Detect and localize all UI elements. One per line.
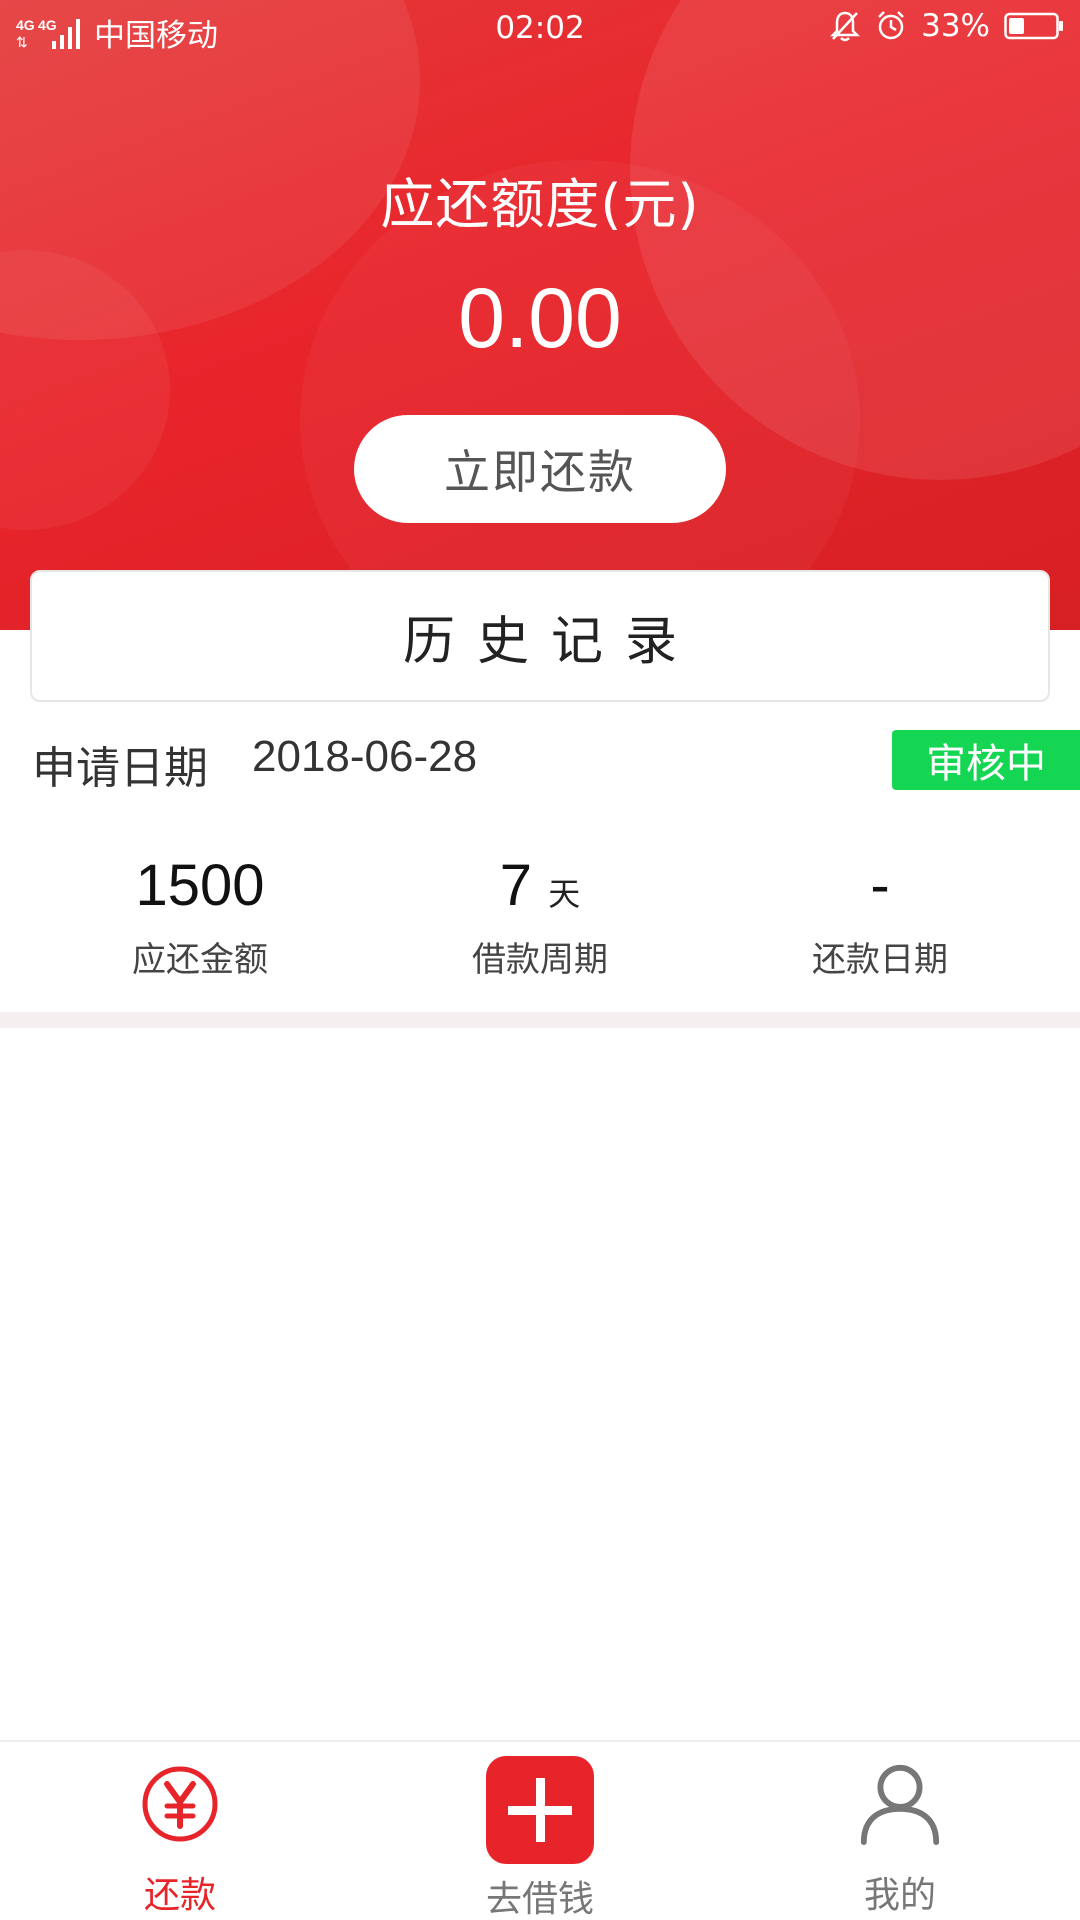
- stat-value: 7 天: [499, 853, 581, 918]
- user-icon: [860, 1764, 940, 1846]
- tab-label: 我的: [863, 1875, 936, 1916]
- tab-label: 还款: [143, 1875, 216, 1916]
- stat-label: 还款日期: [812, 940, 948, 980]
- apply-date-value: 2018-06-28: [252, 732, 478, 781]
- apply-date-label: 申请日期: [32, 743, 208, 794]
- history-title: 历史记录: [402, 611, 699, 672]
- status-badge: 审核中: [892, 730, 1080, 790]
- yuan-circle-icon: [142, 1766, 218, 1842]
- stat-repay-amount: 1500 应还金额: [20, 852, 380, 981]
- stat-value: 1500: [135, 853, 265, 918]
- bottom-tab-bar: 还款 去借钱 我的: [0, 1740, 1080, 1920]
- due-amount-value: 0.00: [458, 271, 622, 365]
- stat-repay-date: - 还款日期: [700, 852, 1060, 981]
- stat-loan-period: 7 天 借款周期: [360, 852, 720, 981]
- repay-now-button[interactable]: 立即还款: [354, 415, 726, 523]
- due-amount-title: 应还额度(元): [380, 173, 700, 236]
- mute-bell-icon: [830, 11, 861, 42]
- stat-label: 借款周期: [472, 940, 608, 980]
- tab-mine[interactable]: 我的: [720, 1742, 1080, 1920]
- stat-value: -: [870, 853, 890, 918]
- plus-icon: [486, 1756, 594, 1864]
- alarm-icon: [878, 11, 904, 40]
- history-records-header[interactable]: 历史记录: [30, 570, 1050, 702]
- status-right: 33%: [829, 8, 1064, 44]
- tab-borrow[interactable]: 去借钱: [360, 1742, 720, 1920]
- tab-label: 去借钱: [485, 1879, 594, 1920]
- stat-label: 应还金额: [132, 940, 268, 980]
- header-banner: 4G 4G ⇅ 中国移动 02:02 33% 应还额度(元) 0.00 立即还款: [0, 0, 1080, 630]
- battery-percent: 33%: [921, 8, 990, 44]
- battery-icon: [1004, 12, 1063, 40]
- repayment-screen: 4G 4G ⇅ 中国移动 02:02 33% 应还额度(元) 0.00 立即还款…: [0, 0, 1080, 1920]
- tab-repay[interactable]: 还款: [0, 1742, 360, 1920]
- section-divider: [0, 1012, 1080, 1028]
- loan-record[interactable]: 申请日期 2018-06-28 审核中 1500 应还金额 7 天 借款周期 -…: [0, 702, 1080, 1012]
- record-stats: 1500 应还金额 7 天 借款周期 - 还款日期: [0, 852, 1080, 992]
- status-bar: 4G 4G ⇅ 中国移动 02:02 33%: [0, 0, 1080, 58]
